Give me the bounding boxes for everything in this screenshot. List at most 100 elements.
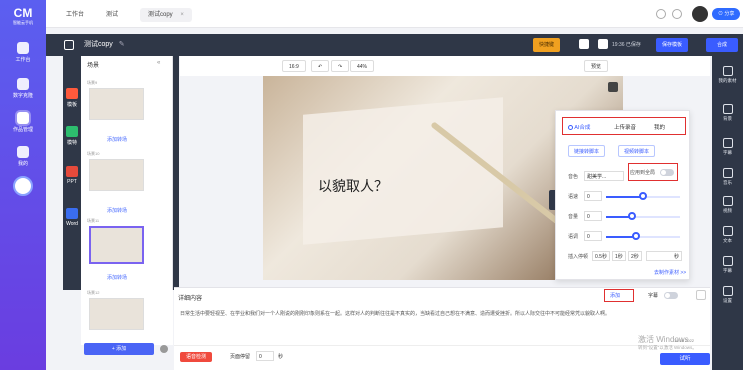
tts-panel: AI合成 上传录音 我的 链接转脚本 视频转脚本 音色 甜美学... 应用到全局…	[555, 110, 690, 280]
add-scene-button[interactable]: + 添加	[84, 343, 154, 355]
scene-thumb-selected[interactable]	[89, 226, 144, 264]
right-item-background[interactable]: 背景	[712, 104, 743, 122]
page-unit: 秒	[278, 354, 284, 360]
template-icon	[66, 88, 78, 99]
subtitle-toggle[interactable]	[664, 292, 678, 299]
voice-select[interactable]: 甜美学...	[584, 171, 624, 181]
right-item-music[interactable]: 音乐	[712, 168, 743, 186]
right-item-my-assets[interactable]: 我的素材	[712, 66, 743, 84]
ratio-button[interactable]: 16:9	[282, 60, 306, 72]
detail-text[interactable]: 日常生活中要轻视至、在学业和我们对一个人刚说的刚刚印象则系在一起。这样对人的判断…	[180, 310, 700, 318]
record-button[interactable]: 语音检测	[180, 352, 213, 362]
link-to-script-button[interactable]: 链接转脚本	[568, 145, 606, 157]
detail-title: 详细内容	[178, 296, 203, 302]
pause-opt-0[interactable]: 0.5秒	[592, 251, 610, 261]
rail-item-works[interactable]: 作品管理	[0, 112, 46, 140]
app-logo[interactable]: CM 智能云手机	[10, 6, 36, 28]
tool-ppt[interactable]: PPT	[63, 166, 81, 196]
speed-input[interactable]: 0	[584, 191, 602, 201]
add-transition[interactable]: 添加转场	[107, 207, 127, 214]
avatar[interactable]	[692, 6, 708, 22]
rail-item-workbench[interactable]: 工作台	[0, 42, 46, 70]
pause-label: 插入停顿	[568, 254, 589, 260]
scene-thumb[interactable]	[89, 298, 144, 330]
pitch-input[interactable]: 0	[584, 231, 602, 241]
panel-collapse-handle[interactable]	[549, 190, 555, 210]
tab-mine[interactable]: 我的	[654, 123, 665, 131]
shortcut-button[interactable]: 快捷键	[533, 38, 561, 52]
copy-icon[interactable]	[579, 39, 589, 49]
volume-input[interactable]: 0	[584, 211, 602, 221]
settings-icon	[722, 286, 733, 296]
subtitle-icon	[722, 256, 733, 266]
assistant-icon[interactable]	[13, 176, 33, 196]
pitch-knob[interactable]	[631, 232, 640, 240]
undo-icon[interactable]: ↶	[311, 60, 330, 72]
compose-button[interactable]: 合成	[706, 38, 738, 52]
pencil-icon[interactable]: ✎	[119, 41, 125, 48]
scene-thumb[interactable]	[89, 88, 144, 120]
apply-all-toggle[interactable]	[660, 169, 674, 176]
tool-word[interactable]: Word	[63, 208, 81, 238]
volume-knob[interactable]	[627, 212, 636, 220]
volume-slider[interactable]	[606, 216, 680, 218]
delete-icon[interactable]	[696, 290, 706, 300]
scene-label: 场景10	[87, 151, 100, 156]
image-icon[interactable]	[608, 82, 618, 92]
rail-item-digital[interactable]: 数字克隆	[0, 78, 46, 106]
scene-thumb[interactable]	[89, 159, 144, 191]
model-icon	[66, 126, 78, 137]
pause-custom[interactable]: 秒	[646, 251, 682, 261]
grid-icon[interactable]	[64, 40, 74, 50]
right-item-subtitle[interactable]: 字幕	[712, 256, 743, 274]
add-transition[interactable]: 添加转场	[107, 136, 127, 143]
tab-upload[interactable]: 上传录音	[614, 123, 636, 131]
save-template-button[interactable]: 保存模板	[656, 38, 689, 52]
tab-label: 测试copy	[148, 12, 173, 18]
folder-icon	[722, 66, 733, 76]
right-item-label: 设置	[723, 298, 732, 303]
collapse-icon[interactable]: «	[157, 60, 160, 66]
save-status: 19:36 已保存	[612, 42, 641, 48]
redo-icon[interactable]: ↷	[331, 60, 350, 72]
tool-label: Word	[66, 221, 78, 227]
close-icon[interactable]: ×	[180, 12, 184, 18]
project-header: 测试copy ✎ 快捷键 19:36 已保存 保存模板 合成	[46, 34, 743, 56]
more-link[interactable]: 去制作素材 >>	[654, 269, 686, 276]
right-item-video[interactable]: 视频	[712, 196, 743, 214]
bell-icon[interactable]	[672, 9, 682, 19]
background-icon	[722, 104, 733, 114]
text-icon	[722, 226, 733, 236]
tab-test-copy[interactable]: 测试copy ×	[140, 8, 192, 22]
save-icon[interactable]	[598, 39, 608, 49]
right-item-text[interactable]: 文本	[712, 226, 743, 244]
pitch-label: 语调	[568, 234, 579, 240]
pause-opt-1[interactable]: 1秒	[612, 251, 626, 261]
video-to-script-button[interactable]: 视频转脚本	[618, 145, 656, 157]
share-button[interactable]: ⊙ 分享	[712, 8, 741, 20]
right-item-settings[interactable]: 设置	[712, 286, 743, 304]
preview-button[interactable]: 预览	[584, 60, 609, 72]
pause-opt-2[interactable]: 2秒	[628, 251, 642, 261]
speed-knob[interactable]	[639, 192, 647, 200]
add-transition[interactable]: 添加转场	[107, 274, 127, 281]
pitch-slider[interactable]	[606, 236, 680, 238]
tool-template[interactable]: 模板	[63, 88, 81, 118]
tab-test[interactable]: 测试	[98, 8, 126, 22]
page-input[interactable]: 0	[256, 351, 274, 361]
watermark-sub: 转到"设置"以激活 Windows。	[638, 345, 697, 350]
tab-ai[interactable]: AI合成	[568, 123, 590, 131]
settings-icon[interactable]	[160, 345, 168, 353]
zoom-level[interactable]: 44%	[350, 60, 375, 72]
help-icon[interactable]	[656, 9, 666, 19]
tool-label: 模特	[66, 140, 77, 146]
slide-text[interactable]: 以貌取人？	[318, 176, 388, 196]
rail-label: 我的	[17, 161, 28, 167]
rail-item-mine[interactable]: 我的	[0, 146, 46, 174]
add-voice-button[interactable]: 添加	[610, 292, 620, 299]
tab-workbench[interactable]: 工作台	[58, 8, 92, 22]
try-listen-button[interactable]: 试听	[660, 353, 710, 365]
right-item-label: 字幕	[723, 150, 732, 155]
tool-model[interactable]: 模特	[63, 126, 81, 156]
right-item-caption[interactable]: 字幕	[712, 138, 743, 156]
